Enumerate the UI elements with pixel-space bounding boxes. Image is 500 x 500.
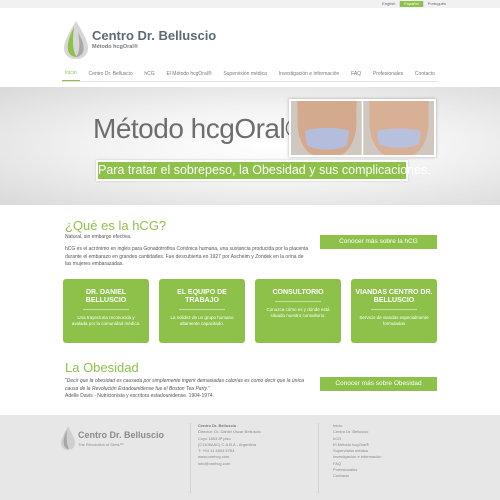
card-divider	[371, 309, 417, 310]
site-logo[interactable]: Centro Dr. Belluscio Método hcgOral®	[62, 20, 216, 62]
hcg-section-body: hCG es el acrónimo en inglés para Gonado…	[65, 246, 309, 267]
nav-item-contacto[interactable]: Contacto	[412, 67, 438, 81]
logo-subtitle: Método hcgOral®	[92, 44, 138, 50]
hcg-section-title: ¿Qué es la hCG?	[65, 218, 167, 233]
obesidad-quote-author: Adelle Davis - Nutricionista y escritora…	[65, 393, 214, 399]
footer-logo-title: Centro Dr. Belluscio	[78, 430, 165, 440]
card-equipo[interactable]: EL EQUIPO DE TRABAJO La solidez de un gr…	[159, 279, 245, 343]
hcg-more-button[interactable]: Conocer más sobre la hCG	[320, 235, 437, 249]
obesidad-more-button[interactable]: Conocer más sobre Obesidad	[320, 377, 437, 391]
site-footer: Centro Dr. Belluscio The Revolution of D…	[0, 415, 500, 500]
language-bar: English Español Português	[0, 0, 500, 8]
card-divider	[83, 309, 129, 310]
nav-item-profesionales[interactable]: Profesionales	[370, 67, 406, 81]
hcg-section-subtitle: Natural, sin embargo efectiva.	[65, 234, 132, 240]
card-title: VIANDAS CENTRO DR. BELLUSCIO	[355, 289, 433, 304]
nav-item-metodo[interactable]: El Método hcgOral®	[163, 67, 214, 81]
card-divider	[179, 309, 225, 310]
lang-espanol[interactable]: Español	[399, 1, 423, 7]
footer-divider	[318, 423, 319, 493]
nav-item-supervision[interactable]: Supervisión médica	[220, 67, 270, 81]
nav-item-investigacion[interactable]: Investigación e información	[276, 67, 343, 81]
footer-email-link[interactable]: info@onehcg.com	[198, 461, 261, 467]
card-title: CONSULTORIO	[272, 289, 324, 296]
card-description: La solidez de un grupo humano altamente …	[170, 315, 234, 326]
footer-link-investigacion[interactable]: Investigación e información	[333, 454, 381, 460]
language-switcher: English Español Português	[378, 1, 450, 7]
hero-tagline-banner: Para tratar el sobrepeso, la Obesidad y …	[96, 160, 431, 181]
card-description: Servicio de viandas especialmente formul…	[359, 315, 429, 326]
nav-item-centro[interactable]: Centro Dr. Belluscio	[85, 67, 135, 81]
footer-divider	[190, 423, 191, 493]
footer-logo-subtitle: The Revolution of Diets™	[78, 442, 124, 447]
footer-drop-logo-icon	[61, 426, 75, 450]
card-title: EL EQUIPO DE TRABAJO	[177, 289, 227, 304]
hero-photo	[289, 99, 436, 157]
hero-title: Método hcgOral®	[93, 113, 306, 144]
nav-item-inicio[interactable]: Inicio	[62, 66, 80, 82]
obesidad-quote: "Decir que la obesidad es causada por si…	[65, 378, 304, 392]
footer-contact: Centro Dr. Belluscio Director: Dr. Danie…	[198, 423, 261, 467]
obesidad-quote-block: "Decir que la obesidad es causada por si…	[65, 378, 310, 401]
card-consultorio[interactable]: CONSULTORIO Conozca cómo es y dónde está…	[255, 279, 341, 343]
nav-divider	[62, 81, 438, 82]
card-description: Una trayectoria reconocida y avalada por…	[71, 315, 141, 326]
card-dr-belluscio[interactable]: DR. DANIEL BELLUSCIO Una trayectoria rec…	[63, 279, 149, 343]
footer-links: Inicio Centro Dr. Belluscio hCG El Métod…	[333, 423, 381, 480]
obesidad-section-title: La Obesidad	[65, 360, 139, 375]
footer-contact-line: Director: Dr. Daniel Oscar Belluscio	[198, 429, 261, 435]
footer-logo[interactable]: Centro Dr. Belluscio The Revolution of D…	[60, 425, 180, 455]
nav-item-faq[interactable]: FAQ	[348, 67, 364, 81]
logo-title: Centro Dr. Belluscio	[92, 28, 217, 43]
hero-tagline: Para tratar el sobrepeso, la Obesidad y …	[98, 163, 431, 177]
card-title: DR. DANIEL BELLUSCIO	[85, 289, 127, 304]
feature-cards: DR. DANIEL BELLUSCIO Una trayectoria rec…	[63, 279, 437, 343]
nav-item-hcg[interactable]: hCG	[141, 67, 157, 81]
lang-english[interactable]: English	[378, 1, 399, 7]
drop-logo-icon	[64, 21, 88, 59]
body-before-after-image	[291, 101, 434, 155]
card-description: Conozca cómo es y dónde está situado nue…	[266, 307, 330, 318]
main-nav: Inicio Centro Dr. Belluscio hCG El Métod…	[62, 66, 438, 82]
card-divider	[275, 301, 321, 302]
footer-link-contacto[interactable]: Contacto	[333, 473, 381, 479]
lang-portugues[interactable]: Português	[422, 1, 450, 7]
card-viandas[interactable]: VIANDAS CENTRO DR. BELLUSCIO Servicio de…	[351, 279, 437, 343]
